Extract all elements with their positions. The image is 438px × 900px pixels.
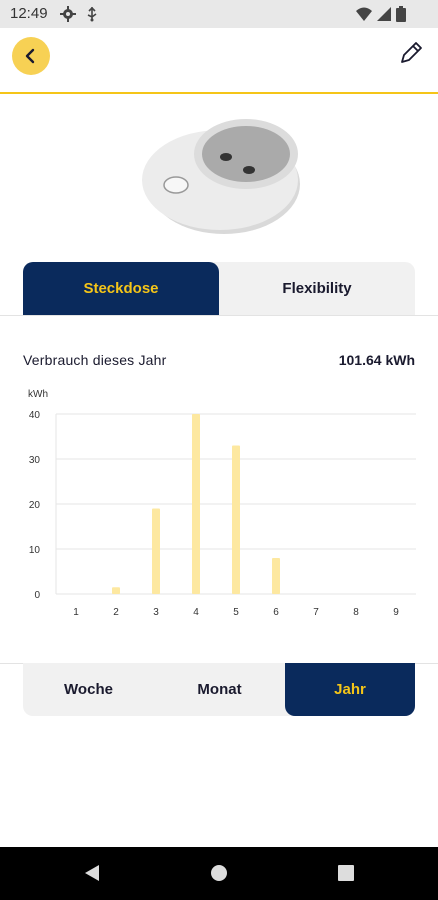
period-monat-button[interactable]: Monat (154, 663, 285, 716)
period-monat-label: Monat (197, 681, 242, 698)
chevron-left-icon (25, 48, 35, 64)
battery-icon (396, 6, 406, 22)
period-selector: Woche Monat Jahr (23, 663, 415, 716)
nav-back-icon[interactable] (83, 863, 101, 883)
system-nav-bar (0, 847, 438, 900)
period-jahr-label: Jahr (334, 681, 366, 698)
x-tick-label: 1 (73, 607, 79, 618)
x-tick-label: 3 (153, 607, 159, 618)
usage-value: 101.64 kWh (338, 352, 415, 368)
app-bar-divider (0, 92, 438, 94)
y-tick-label: 40 (29, 410, 41, 421)
chart-bar (192, 414, 200, 594)
y-tick-label: 10 (29, 545, 41, 556)
x-tick-label: 8 (353, 607, 359, 618)
chart-bar (272, 558, 280, 594)
chart-bar (232, 445, 240, 594)
period-jahr-button[interactable]: Jahr (285, 663, 415, 716)
period-woche-label: Woche (64, 681, 113, 698)
gear-icon (60, 6, 76, 22)
x-tick-label: 9 (393, 607, 399, 618)
signal-icon (376, 6, 392, 22)
device-tabs: Steckdose Flexibility (23, 262, 415, 315)
smart-plug-illustration (136, 112, 302, 242)
nav-home-icon[interactable] (210, 863, 228, 883)
x-tick-label: 2 (113, 607, 119, 618)
x-tick-label: 6 (273, 607, 279, 618)
pencil-icon (401, 42, 422, 63)
usb-icon (84, 6, 100, 22)
app-bar (0, 28, 438, 92)
tab-flexibility[interactable]: Flexibility (219, 262, 415, 315)
chart-bar (112, 587, 120, 594)
status-bar: 12:49 (0, 0, 438, 28)
y-axis-unit-label: kWh (28, 389, 48, 400)
x-tick-label: 5 (233, 607, 239, 618)
chart-bar (152, 508, 160, 594)
y-tick-label: 30 (29, 455, 41, 466)
period-woche-button[interactable]: Woche (23, 663, 154, 716)
y-tick-label: 20 (29, 500, 41, 511)
tab-steckdose-label: Steckdose (83, 280, 159, 297)
x-tick-label: 7 (313, 607, 319, 618)
consumption-chart: kWh 0 10 20 30 40 1 2 3 4 5 6 7 8 9 (28, 389, 416, 618)
nav-recents-icon[interactable] (337, 863, 355, 883)
edit-button[interactable] (396, 38, 426, 68)
tab-flexibility-label: Flexibility (282, 280, 352, 297)
usage-label: Verbrauch dieses Jahr (23, 352, 167, 368)
y-tick-label: 0 (34, 590, 40, 601)
wifi-icon (356, 6, 372, 22)
x-tick-label: 4 (193, 607, 199, 618)
tab-steckdose[interactable]: Steckdose (23, 262, 219, 315)
back-button[interactable] (12, 37, 50, 75)
status-time: 12:49 (10, 5, 48, 22)
